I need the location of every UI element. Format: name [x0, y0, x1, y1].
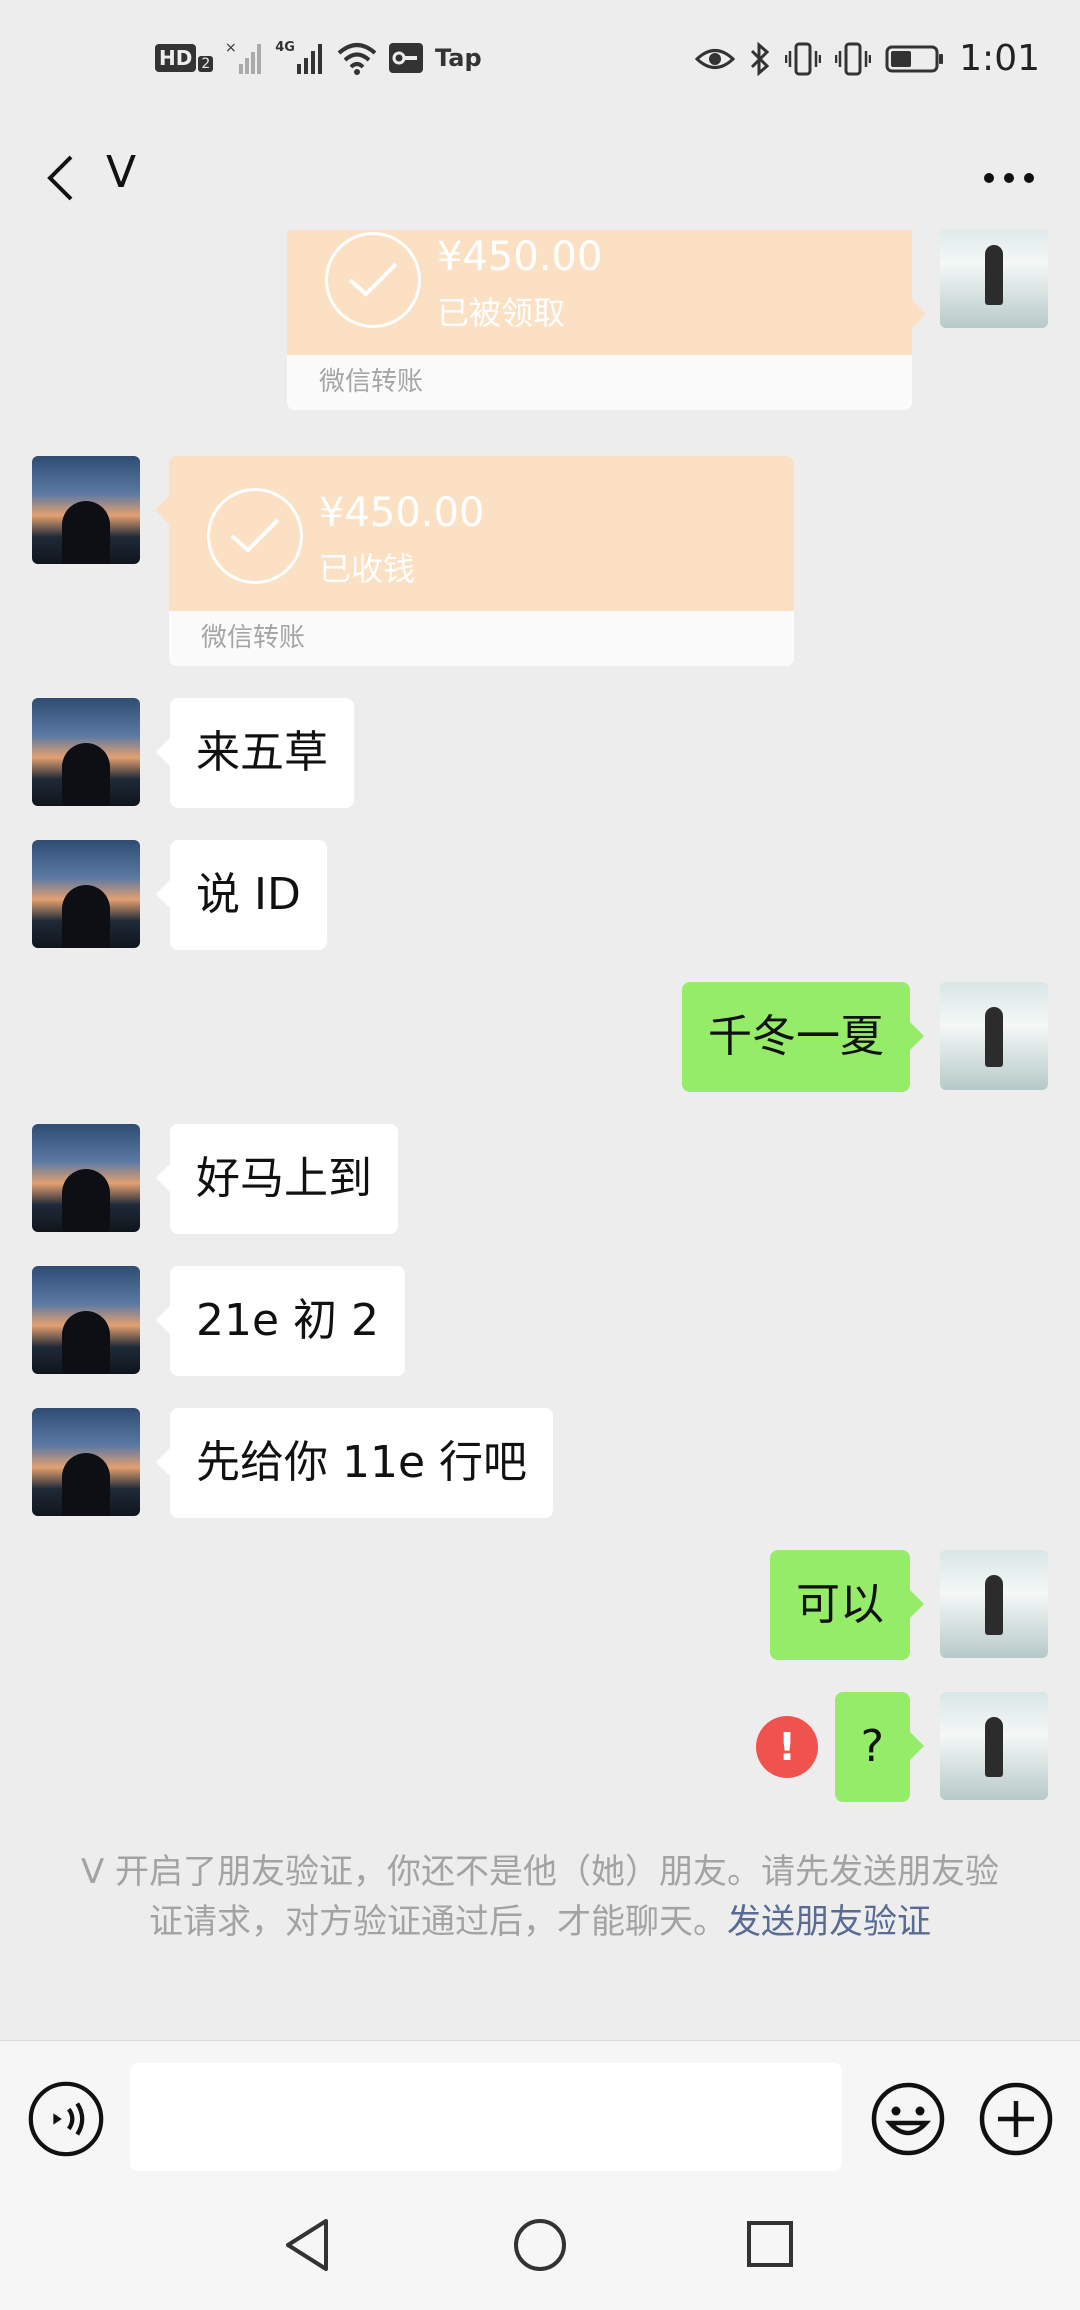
status-bar: HD 2 × 4G Tap 1:01	[0, 0, 1080, 125]
check-circle-icon	[325, 232, 421, 328]
chat-title: V	[106, 147, 137, 198]
transfer-card-body: ¥450.00 已被领取	[287, 230, 912, 355]
send-verification-link[interactable]: 发送朋友验证	[727, 1902, 931, 1942]
avatar-contact[interactable]	[32, 840, 140, 948]
voice-input-button[interactable]	[28, 2081, 104, 2157]
message-bubble[interactable]: 说 ID	[156, 840, 327, 950]
back-button[interactable]	[30, 143, 90, 213]
hd-icon: HD 2	[155, 44, 214, 72]
bubble-tail	[155, 496, 169, 524]
transfer-footer: 微信转账	[287, 355, 912, 410]
message-input[interactable]	[130, 2063, 842, 2171]
chat-header: V	[0, 125, 1080, 230]
avatar-self[interactable]	[940, 230, 1048, 328]
bubble-tail	[912, 300, 926, 328]
chat-area[interactable]: ¥450.00 已被领取 微信转账 ¥450.00 已收钱 微信转账 来五草 说…	[0, 230, 1080, 2040]
eye-comfort-icon	[695, 48, 736, 69]
avatar-contact[interactable]	[32, 1408, 140, 1516]
avatar-contact[interactable]	[32, 1124, 140, 1232]
more-dots-icon	[984, 172, 1034, 183]
transfer-card-sent[interactable]: ¥450.00 已被领取 微信转账	[287, 230, 912, 410]
check-circle-icon	[207, 488, 303, 584]
send-failed-icon[interactable]: !	[756, 1716, 818, 1778]
wifi-icon	[337, 43, 377, 75]
transfer-amount: ¥450.00	[437, 234, 603, 280]
transfer-status: 已收钱	[319, 550, 416, 588]
vibrate-icon-2	[835, 42, 872, 75]
avatar-self[interactable]	[940, 1692, 1048, 1800]
message-bubble-self[interactable]: ?	[834, 1692, 925, 1802]
nav-recent-apps-icon[interactable]	[746, 2220, 794, 2268]
battery-icon	[885, 45, 944, 72]
more-options-button[interactable]	[974, 150, 1044, 205]
transfer-footer: 微信转账	[169, 611, 794, 666]
transfer-card-received[interactable]: ¥450.00 已收钱 微信转账	[169, 456, 794, 666]
message-bubble-self[interactable]: 可以	[770, 1550, 924, 1660]
avatar-contact[interactable]	[32, 456, 140, 564]
no-signal-icon: ×	[225, 40, 262, 74]
svg-text:×: ×	[225, 40, 237, 56]
avatar-contact[interactable]	[32, 1266, 140, 1374]
signal-4g-icon: 4G	[275, 40, 325, 76]
transfer-card-body: ¥450.00 已收钱	[169, 456, 794, 611]
more-actions-plus-button[interactable]	[978, 2081, 1054, 2157]
bluetooth-icon	[751, 41, 770, 76]
transfer-status: 已被领取	[437, 294, 566, 332]
avatar-self[interactable]	[940, 1550, 1048, 1658]
chevron-left-icon	[47, 155, 73, 201]
avatar-contact[interactable]	[32, 698, 140, 806]
status-left-icons: HD 2 × 4G Tap	[155, 40, 482, 76]
vpn-key-icon	[388, 43, 423, 73]
message-bubble[interactable]: 21e 初 2	[155, 1266, 406, 1376]
vibrate-icon	[785, 42, 822, 75]
clock: 1:01	[959, 38, 1040, 79]
message-bubble[interactable]: 来五草	[156, 698, 354, 808]
tap-icon: Tap	[434, 44, 482, 72]
input-bar	[0, 2040, 1080, 2196]
status-right-icons: 1:01	[695, 38, 1040, 79]
nav-back-icon[interactable]	[282, 2217, 332, 2273]
message-bubble[interactable]: 先给你 11e 行吧	[155, 1408, 554, 1518]
emoji-button[interactable]	[870, 2081, 946, 2157]
friend-verification-notice: V 开启了朋友验证，你还不是他（她）朋友。请先发送朋友验证请求，对方验证通过后，…	[80, 1847, 1000, 1947]
transfer-amount: ¥450.00	[319, 490, 485, 536]
message-bubble[interactable]: 好马上到	[156, 1124, 398, 1234]
nav-home-icon[interactable]	[512, 2217, 568, 2273]
message-bubble-self[interactable]: 千冬一夏	[682, 982, 924, 1092]
avatar-self[interactable]	[940, 982, 1048, 1090]
system-navigation-bar	[0, 2195, 1080, 2310]
